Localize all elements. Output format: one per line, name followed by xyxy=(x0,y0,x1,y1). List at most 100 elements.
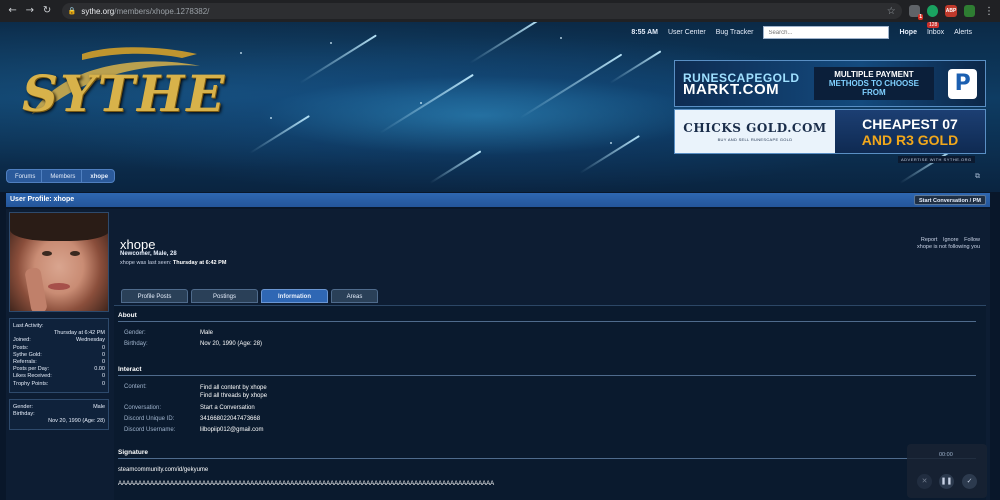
back-icon[interactable]: ← xyxy=(6,4,19,18)
start-conversation-button[interactable]: Start Conversation / PM xyxy=(913,195,986,205)
tab-areas[interactable]: Areas xyxy=(331,289,378,303)
forward-icon[interactable]: → xyxy=(23,4,36,18)
find-content-link[interactable]: Find all content by xhope xyxy=(200,384,267,392)
ad2-brand: CHICKS GOLD.COM BUY AND SELL RUNESCAPE G… xyxy=(675,110,835,153)
browser-menu-icon[interactable]: ⋮ xyxy=(984,6,994,17)
ad-banner-runescapegold[interactable]: RUNESCAPEGOLD MARKT.COM MULTIPLE PAYMENT… xyxy=(674,60,986,107)
extension-icon[interactable]: 1 xyxy=(908,5,924,20)
adblock-icon[interactable]: ABP xyxy=(945,5,957,17)
ad2-name: CHICKS GOLD.COM xyxy=(683,121,827,135)
close-media-icon[interactable]: ✕ xyxy=(917,474,932,489)
breadcrumb-members[interactable]: Members xyxy=(41,169,83,183)
breadcrumb: Forums Members xhope xyxy=(6,169,116,183)
field-label: Discord Username: xyxy=(124,427,176,433)
browser-toolbar: ← → ↻ 🔒 sythe.org/members/xhope.1278382/… xyxy=(0,0,1000,22)
about-section: About Gender: Male Birthday: Nov 20, 1990 … xyxy=(118,312,976,347)
check-icon[interactable]: ✓ xyxy=(962,474,977,489)
site-logo[interactable]: SYTHE xyxy=(22,44,224,144)
start-conversation-link[interactable]: Start a Conversation xyxy=(200,405,255,411)
last-seen-value: Thursday at 6:42 PM xyxy=(172,260,227,266)
stat-label: Birthday: xyxy=(13,411,35,418)
follow-status: xhope is not following you xyxy=(917,244,980,250)
stat-label: Posts: xyxy=(13,344,29,351)
url-host: sythe.org xyxy=(81,6,115,16)
ad1-line2: METHODS TO CHOOSE FROM xyxy=(828,79,919,97)
media-overlay: 00:00 ✕ ❚❚ ✓ xyxy=(907,444,987,498)
interact-section: Interact Content: Find all content by xh… xyxy=(118,366,976,433)
tab-profile-posts[interactable]: Profile Posts xyxy=(121,289,188,303)
stats-box-personal: Gender: Male Birthday: Nov 20, 1990 (Age:… xyxy=(9,398,109,431)
signature-section: Signature steamcommunity.com/id/gekyume … xyxy=(118,449,976,487)
stat-value: 0 xyxy=(101,380,105,387)
birthday-value: Nov 20, 1990 (Age: 28) xyxy=(200,341,263,347)
alerts-link[interactable]: Alerts xyxy=(954,29,972,36)
ad-banner-chicksgold[interactable]: CHICKS GOLD.COM BUY AND SELL RUNESCAPE G… xyxy=(674,109,986,154)
find-threads-link[interactable]: Find all threads by xhope xyxy=(200,392,267,400)
stat-label: Referrals: xyxy=(13,359,37,366)
lock-icon: 🔒 xyxy=(67,7,77,15)
stat-label: Gender: xyxy=(13,403,33,410)
extension-badge: 1 xyxy=(918,14,924,20)
advertise-link[interactable]: ADVERTISE WITH SYTHE.ORG xyxy=(898,156,975,163)
report-link[interactable]: Report xyxy=(921,237,938,243)
last-seen-prefix: xhope was last seen: xyxy=(120,260,172,266)
profile-titlebar: User Profile: xhope Start Conversation /… xyxy=(6,193,990,207)
stat-row: Referrals: 0 xyxy=(13,359,105,366)
nav-bug-tracker[interactable]: Bug Tracker xyxy=(716,29,754,36)
ad1-payment-text: MULTIPLE PAYMENT METHODS TO CHOOSE FROM xyxy=(813,67,935,100)
discord-username-value: lilbopiip012@gmail.com xyxy=(200,427,264,433)
adblock-label: ABP xyxy=(945,8,957,14)
breadcrumb-forums[interactable]: Forums xyxy=(6,169,43,183)
inbox-link[interactable]: 128 Inbox xyxy=(926,22,945,36)
ignore-link[interactable]: Ignore xyxy=(943,237,959,243)
follow-link[interactable]: Follow xyxy=(964,237,980,243)
stat-label: Likes Received: xyxy=(13,373,52,380)
nav-user-center[interactable]: User Center xyxy=(668,29,706,36)
ad2-offer: CHEAPEST 07 AND R3 GOLD xyxy=(835,110,985,153)
stat-last-activity: Last Activity: xyxy=(13,323,105,330)
grammar-extension-icon[interactable] xyxy=(963,5,975,17)
tab-postings[interactable]: Postings xyxy=(191,289,258,303)
stat-value: 0 xyxy=(101,373,105,380)
inbox-label: Inbox xyxy=(926,29,945,36)
profile-actions: Report Ignore Follow xhope is not follow… xyxy=(917,237,980,250)
field-label: Birthday: xyxy=(124,341,148,347)
ad2-sub: BUY AND SELL RUNESCAPE GOLD xyxy=(717,137,793,142)
ad1-line1: MULTIPLE PAYMENT xyxy=(834,70,914,79)
stat-value: Wednesday xyxy=(76,337,105,344)
stat-label: Joined: xyxy=(13,337,31,344)
search-input[interactable] xyxy=(763,26,890,39)
external-link-icon[interactable]: ⧉ xyxy=(975,172,980,181)
ad2-line1: CHEAPEST 07 xyxy=(862,115,958,132)
profile-username: xhope xyxy=(120,237,156,252)
reload-icon[interactable]: ↻ xyxy=(40,4,53,18)
address-bar[interactable]: 🔒 sythe.org/members/xhope.1278382/ ☆ xyxy=(61,3,902,19)
account-menu[interactable]: Hope xyxy=(899,29,917,36)
tab-information[interactable]: Information xyxy=(261,289,328,303)
stat-gender: Gender: Male xyxy=(13,404,105,411)
signature-heading: Signature xyxy=(118,449,976,459)
about-heading: About xyxy=(118,312,976,322)
paypal-icon: P xyxy=(948,68,977,99)
logo-text: SYTHE xyxy=(22,64,227,123)
signature-line2: AAAAAAAAAAAAAAAAAAAAAAAAAAAAAAAAAAAAAAAA… xyxy=(118,481,495,487)
pause-icon[interactable]: ❚❚ xyxy=(939,474,954,489)
stat-birthday: Birthday: xyxy=(13,411,105,418)
media-time: 00:00 xyxy=(939,452,953,458)
profile-panel: Last Activity: Thursday at 6:42 PM Joine… xyxy=(6,209,990,500)
avatar xyxy=(9,212,109,312)
profile-user-title: Newcomer, Male, 28 xyxy=(120,251,177,257)
ad1-brand: RUNESCAPEGOLD MARKT.COM xyxy=(683,72,800,97)
stat-last-activity-value: Thursday at 6:42 PM xyxy=(13,330,105,337)
vpn-extension-icon[interactable] xyxy=(927,5,939,17)
stat-row: Likes Received: 0 xyxy=(13,373,105,380)
stat-value: Thursday at 6:42 PM xyxy=(53,330,105,337)
profile-tabs: Profile Posts Postings Information Areas xyxy=(121,289,378,303)
stat-value: 0 xyxy=(101,344,105,351)
interact-heading: Interact xyxy=(118,366,976,376)
stat-row: Sythe Gold: 0 xyxy=(13,352,105,359)
stat-value: Nov 20, 1990 (Age: 28) xyxy=(48,418,105,425)
breadcrumb-xhope[interactable]: xhope xyxy=(81,169,116,183)
field-label: Gender: xyxy=(124,330,146,336)
bookmark-star-icon[interactable]: ☆ xyxy=(887,6,896,17)
